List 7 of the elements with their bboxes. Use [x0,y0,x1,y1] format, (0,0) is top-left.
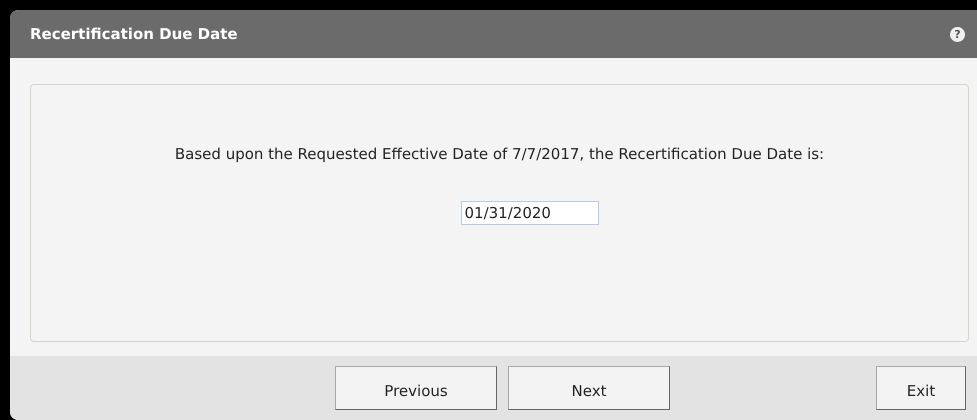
help-icon[interactable]: ? [950,26,965,42]
dialog-title: Recertification Due Date [30,25,238,43]
nav-button[interactable]: Next [508,366,670,410]
message-text: Based upon the Requested Effective Date of 7/7/2017, the Recertification Due Date is: [174,145,824,163]
exit-button[interactable]: Exit [876,366,966,410]
due-date-field[interactable]: 01/31/2020 [460,201,598,225]
nav-button[interactable]: Previous [335,366,497,410]
